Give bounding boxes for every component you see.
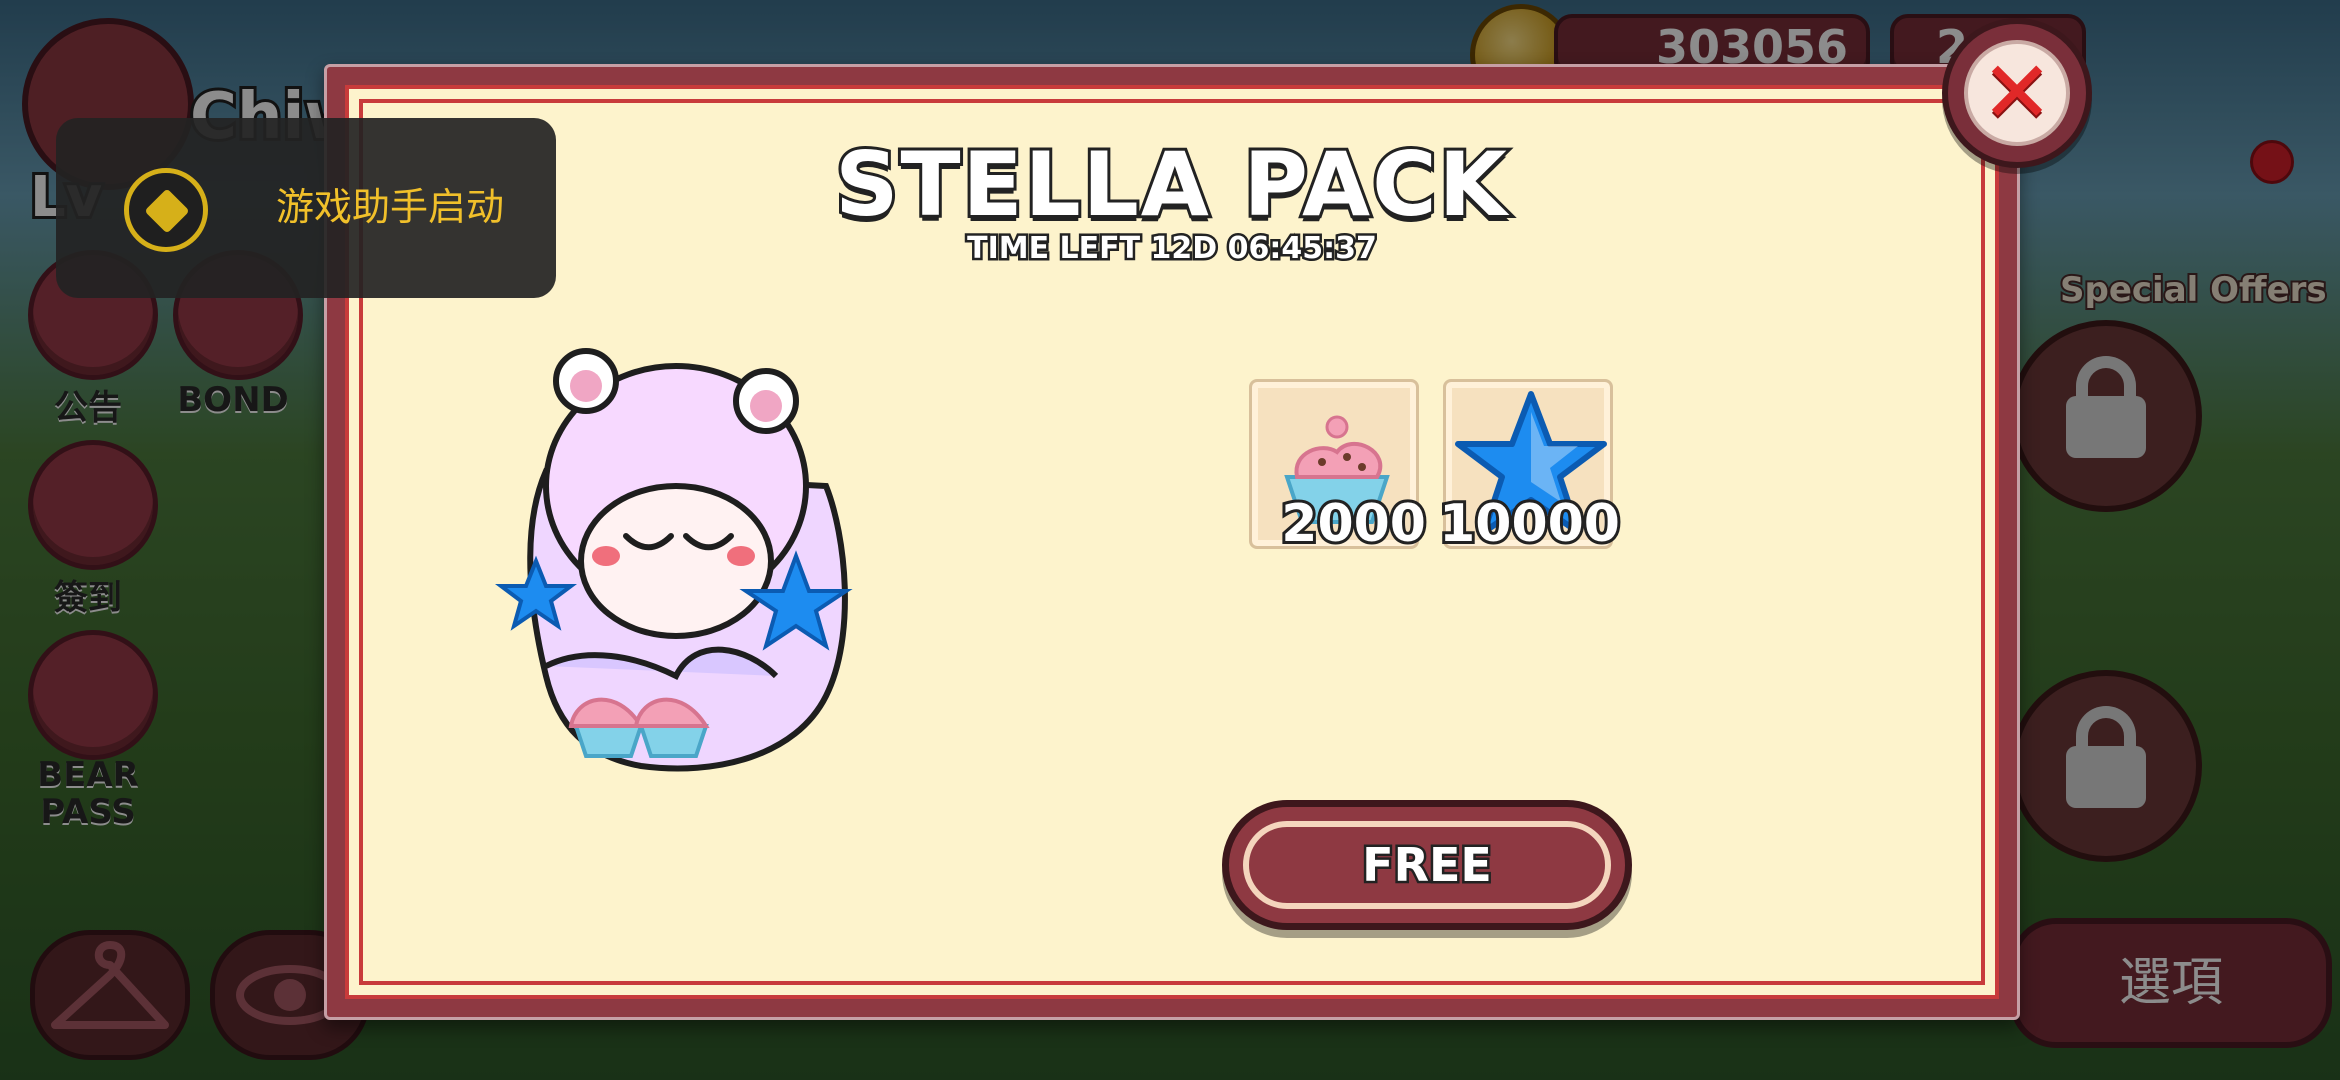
reward-amount: 10000 <box>1436 491 1623 557</box>
reward-item-cupcake: 2000 <box>1249 379 1429 557</box>
reward-amount: 2000 <box>1278 491 1429 557</box>
pack-timer: TIME LEFT 12D 06:45:37 <box>965 229 1380 269</box>
close-button[interactable]: ✕ <box>1942 18 2092 168</box>
toast-text: 游戏助手启动 <box>276 185 505 229</box>
assistant-ring-icon <box>124 168 208 252</box>
free-button-label: FREE <box>1360 836 1495 895</box>
reward-item-star: 10000 <box>1436 379 1623 557</box>
close-icon: ✕ <box>1980 43 2054 143</box>
game-assistant-toast: 游戏助手启动 <box>56 118 556 298</box>
close-button-inner: ✕ <box>1964 40 2070 146</box>
free-claim-button[interactable]: FREE <box>1222 800 1632 930</box>
cube-icon <box>144 188 190 234</box>
stella-character-illustration <box>495 348 853 772</box>
pack-title: STELLA PACK <box>832 130 1510 239</box>
